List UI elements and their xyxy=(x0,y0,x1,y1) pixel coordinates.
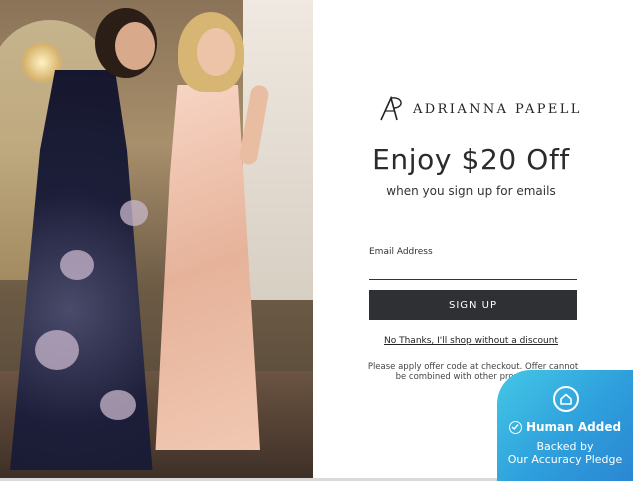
offer-subhead: when you sign up for emails xyxy=(386,184,556,198)
offer-headline: Enjoy $20 Off xyxy=(372,143,570,176)
brand-name: ADRIANNA PAPELL xyxy=(413,101,582,117)
sign-up-button[interactable]: SIGN UP xyxy=(369,290,577,320)
badge-title: Human Added xyxy=(525,420,622,434)
floral-pattern xyxy=(100,390,136,420)
brunette-model-face xyxy=(115,22,155,70)
promo-photo xyxy=(0,0,313,481)
badge-line-2: Our Accuracy Pledge xyxy=(507,453,623,466)
badge-line-1: Backed by xyxy=(536,440,594,453)
decline-link[interactable]: No Thanks, I'll shop without a discount xyxy=(313,336,629,346)
blonde-model-face xyxy=(197,28,235,76)
floral-pattern xyxy=(120,200,148,226)
brand-logo: ADRIANNA PAPELL xyxy=(377,94,587,124)
check-circle-icon xyxy=(508,420,522,434)
house-icon xyxy=(553,386,579,412)
email-label: Email Address xyxy=(369,247,433,257)
email-field[interactable] xyxy=(369,262,577,280)
floral-pattern xyxy=(60,250,94,280)
ap-monogram-icon xyxy=(377,94,409,124)
floral-pattern xyxy=(35,330,79,370)
badge-title-row: Human Added xyxy=(497,420,633,434)
human-added-badge[interactable]: Human Added Backed by Our Accuracy Pledg… xyxy=(497,370,633,481)
